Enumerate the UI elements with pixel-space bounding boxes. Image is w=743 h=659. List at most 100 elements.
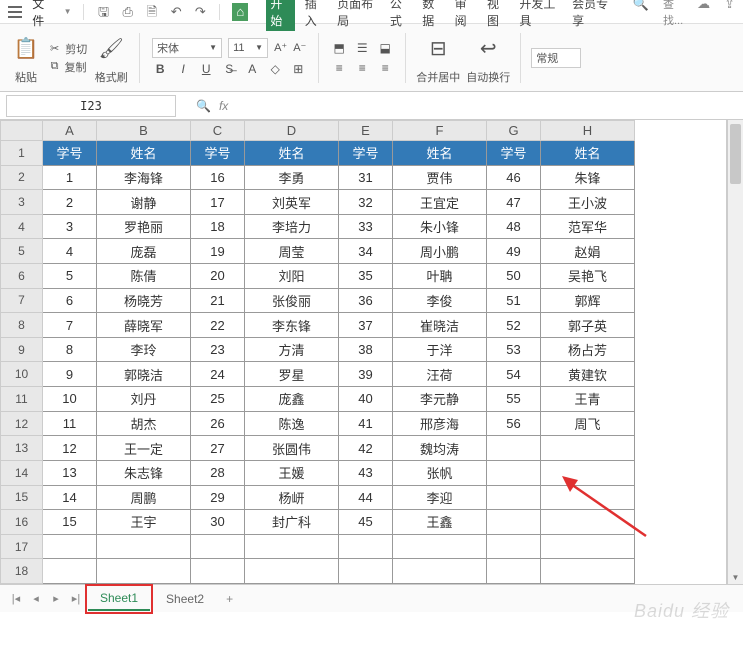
col-header[interactable]: E	[339, 121, 393, 141]
cell[interactable]	[541, 436, 635, 461]
cell[interactable]	[487, 460, 541, 485]
row-header[interactable]: 7	[1, 288, 43, 313]
align-center-icon[interactable]: ≡	[352, 59, 372, 77]
select-all-corner[interactable]	[1, 121, 43, 141]
cell[interactable]: 邢彦海	[393, 411, 487, 436]
cell[interactable]	[393, 534, 487, 559]
cell[interactable]: 范军华	[541, 214, 635, 239]
cloud-icon[interactable]: ☁	[697, 0, 710, 28]
cell[interactable]: 学号	[487, 141, 541, 166]
col-header[interactable]: H	[541, 121, 635, 141]
cell[interactable]: 学号	[43, 141, 97, 166]
cell[interactable]: 王宇	[97, 510, 191, 535]
print-icon[interactable]: ⎙	[121, 4, 135, 20]
cell[interactable]	[339, 559, 393, 584]
align-left-icon[interactable]: ≡	[329, 59, 349, 77]
menu-icon[interactable]	[8, 6, 22, 18]
home-icon[interactable]: ⌂	[232, 3, 248, 21]
cell[interactable]: 53	[487, 337, 541, 362]
cell[interactable]: 王小波	[541, 190, 635, 215]
col-header[interactable]: G	[487, 121, 541, 141]
cell[interactable]: 5	[43, 264, 97, 289]
scrollbar-thumb[interactable]	[730, 124, 741, 184]
row-header[interactable]: 8	[1, 313, 43, 338]
cell[interactable]: 7	[43, 313, 97, 338]
cell[interactable]	[541, 485, 635, 510]
merge-cells-button[interactable]: ⊟	[420, 31, 456, 67]
row-header[interactable]: 5	[1, 239, 43, 264]
cell[interactable]: 李东锋	[245, 313, 339, 338]
cell[interactable]: 方清	[245, 337, 339, 362]
row-header[interactable]: 10	[1, 362, 43, 387]
cell[interactable]: 56	[487, 411, 541, 436]
cell[interactable]	[487, 485, 541, 510]
cell[interactable]: 黄建钦	[541, 362, 635, 387]
cell[interactable]: 庞鑫	[245, 387, 339, 412]
tab-view[interactable]: 视图	[485, 0, 509, 29]
cell[interactable]: 胡杰	[97, 411, 191, 436]
cell[interactable]	[541, 534, 635, 559]
cell[interactable]: 35	[339, 264, 393, 289]
cell[interactable]	[191, 534, 245, 559]
col-header[interactable]: D	[245, 121, 339, 141]
cell[interactable]: 罗艳丽	[97, 214, 191, 239]
wrap-text-button[interactable]: ↩	[470, 31, 506, 67]
cell[interactable]: 庞磊	[97, 239, 191, 264]
paste-button[interactable]: 📋	[8, 31, 44, 67]
col-header[interactable]: F	[393, 121, 487, 141]
cell[interactable]: 23	[191, 337, 245, 362]
cell[interactable]: 李勇	[245, 165, 339, 190]
cell[interactable]: 封广科	[245, 510, 339, 535]
cell[interactable]: 张俊丽	[245, 288, 339, 313]
underline-button[interactable]: U	[196, 60, 216, 78]
row-header[interactable]: 15	[1, 485, 43, 510]
sheet-tab-1[interactable]: Sheet1	[88, 587, 150, 611]
cell[interactable]: 15	[43, 510, 97, 535]
col-header[interactable]: A	[43, 121, 97, 141]
cell[interactable]	[487, 559, 541, 584]
cell[interactable]: 2	[43, 190, 97, 215]
cell[interactable]: 3	[43, 214, 97, 239]
cell[interactable]: 50	[487, 264, 541, 289]
cell[interactable]: 李培力	[245, 214, 339, 239]
cell[interactable]: 49	[487, 239, 541, 264]
cell[interactable]: 朱锋	[541, 165, 635, 190]
cell[interactable]: 4	[43, 239, 97, 264]
cell[interactable]: 陈倩	[97, 264, 191, 289]
tab-formula[interactable]: 公式	[388, 0, 412, 29]
cell[interactable]: 吴艳飞	[541, 264, 635, 289]
search-icon[interactable]: 🔍	[633, 0, 649, 28]
cell[interactable]: 周小鹏	[393, 239, 487, 264]
cell[interactable]: 46	[487, 165, 541, 190]
spreadsheet-grid[interactable]: ABCDEFGH 1学号姓名学号姓名学号姓名学号姓名21李海锋16李勇31贾伟4…	[0, 120, 635, 584]
tab-data[interactable]: 数据	[420, 0, 444, 29]
cell[interactable]: 叶聃	[393, 264, 487, 289]
row-header[interactable]: 18	[1, 559, 43, 584]
cell[interactable]: 33	[339, 214, 393, 239]
cell[interactable]: 12	[43, 436, 97, 461]
cell[interactable]: 杨岍	[245, 485, 339, 510]
number-format-select[interactable]: 常规	[531, 48, 581, 68]
cell[interactable]: 20	[191, 264, 245, 289]
row-header[interactable]: 12	[1, 411, 43, 436]
format-painter-button[interactable]: 🖌	[93, 31, 129, 67]
scroll-down-arrow[interactable]: ▼	[728, 573, 743, 582]
next-sheet-arrow[interactable]: ▸	[48, 592, 64, 605]
cell[interactable]	[97, 534, 191, 559]
cell[interactable]: 30	[191, 510, 245, 535]
cell[interactable]: 李迎	[393, 485, 487, 510]
fill-color-button[interactable]: ◇	[265, 60, 285, 78]
cell[interactable]	[487, 436, 541, 461]
row-header[interactable]: 17	[1, 534, 43, 559]
cell[interactable]: 28	[191, 460, 245, 485]
name-box[interactable]: I23	[6, 95, 176, 117]
cell[interactable]: 17	[191, 190, 245, 215]
cell[interactable]: 赵娟	[541, 239, 635, 264]
cell[interactable]	[541, 510, 635, 535]
cell[interactable]: 32	[339, 190, 393, 215]
tab-review[interactable]: 审阅	[453, 0, 477, 29]
row-header[interactable]: 13	[1, 436, 43, 461]
cell[interactable]: 27	[191, 436, 245, 461]
cell[interactable]: 张帆	[393, 460, 487, 485]
cell[interactable]: 47	[487, 190, 541, 215]
